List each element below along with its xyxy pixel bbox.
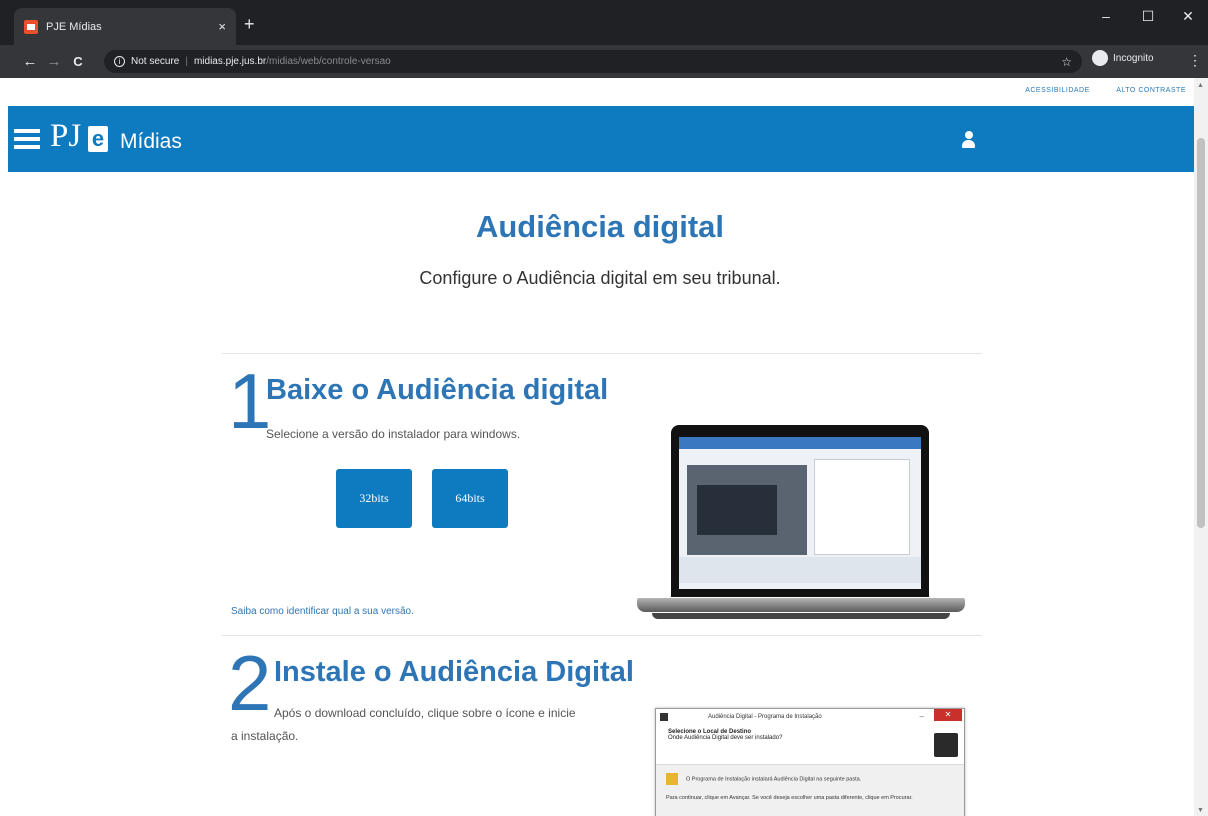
forward-button[interactable]: → bbox=[42, 53, 66, 70]
laptop-base bbox=[637, 598, 965, 612]
scroll-up-icon[interactable]: ▲ bbox=[1197, 82, 1204, 89]
laptop-shadow bbox=[652, 613, 950, 619]
reload-button[interactable]: C bbox=[66, 54, 90, 69]
installer-subheading: Onde Audiência Digital deve ser instalad… bbox=[668, 735, 783, 741]
installer-title: Audiência Digital - Programa de Instalaç… bbox=[708, 714, 822, 720]
page-viewport: ACESSIBILIDADE ALTO CONTRASTE PJ e Mídia… bbox=[0, 78, 1208, 816]
minimize-button[interactable]: ‒ bbox=[1091, 8, 1121, 24]
installer-header: Selecione o Local de Destino Onde Audiên… bbox=[656, 725, 964, 765]
logo-e: e bbox=[88, 126, 108, 152]
identify-version-link[interactable]: Saiba como identificar qual a sua versão… bbox=[231, 606, 414, 617]
app-screenshot bbox=[679, 437, 921, 589]
browser-menu-icon[interactable]: ⋮ bbox=[1188, 52, 1202, 69]
favicon-icon bbox=[24, 19, 38, 34]
download-32bits-button[interactable]: 32bits bbox=[336, 469, 412, 528]
installer-titlebar: Audiência Digital - Programa de Instalaç… bbox=[656, 709, 964, 725]
installer-app-icon bbox=[660, 713, 668, 721]
step1-number: 1 bbox=[228, 357, 272, 445]
site-header: PJ e Mídias bbox=[8, 106, 1194, 172]
menu-hamburger-icon[interactable] bbox=[14, 129, 40, 153]
installer-screenshot: Audiência Digital - Programa de Instalaç… bbox=[655, 708, 965, 816]
step2-title: Instale o Audiência Digital bbox=[274, 656, 634, 688]
tab-close-icon[interactable]: × bbox=[218, 19, 226, 34]
page-scrollbar[interactable]: ▲ ▼ bbox=[1194, 78, 1208, 816]
divider bbox=[222, 635, 982, 636]
accessibility-link[interactable]: ACESSIBILIDADE bbox=[1025, 87, 1090, 94]
step2-text-line2: a instalação. bbox=[231, 729, 299, 743]
download-64bits-button[interactable]: 64bits bbox=[432, 469, 508, 528]
accessibility-links: ACESSIBILIDADE ALTO CONTRASTE bbox=[1001, 87, 1186, 94]
divider bbox=[222, 353, 982, 354]
step2-number: 2 bbox=[228, 639, 272, 727]
step1-title: Baixe o Audiência digital bbox=[266, 374, 609, 406]
new-tab-button[interactable]: + bbox=[244, 14, 255, 35]
high-contrast-link[interactable]: ALTO CONTRASTE bbox=[1116, 87, 1186, 94]
installer-body: O Programa de Instalação instalará Audiê… bbox=[656, 765, 964, 816]
scroll-down-icon[interactable]: ▼ bbox=[1197, 807, 1204, 814]
step1-text: Selecione a versão do instalador para wi… bbox=[266, 427, 521, 441]
page-title: Audiência digital bbox=[475, 209, 725, 244]
browser-toolbar: ← → C i Not secure | midias.pje.jus.br /… bbox=[0, 45, 1208, 78]
incognito-indicator[interactable]: Incognito bbox=[1092, 50, 1154, 66]
installer-body-line1: O Programa de Instalação instalará Audiê… bbox=[686, 776, 862, 783]
info-icon[interactable]: i bbox=[114, 56, 125, 67]
scroll-thumb[interactable] bbox=[1197, 138, 1205, 528]
browser-tab[interactable]: PJE Mídias × bbox=[14, 8, 236, 45]
address-bar[interactable]: i Not secure | midias.pje.jus.br /midias… bbox=[104, 50, 1082, 73]
incognito-icon bbox=[1092, 50, 1108, 66]
separator: | bbox=[185, 56, 188, 67]
back-button[interactable]: ← bbox=[18, 53, 42, 70]
security-label: Not secure bbox=[131, 56, 180, 67]
url-host: midias.pje.jus.br bbox=[193, 56, 267, 67]
incognito-label: Incognito bbox=[1113, 52, 1154, 64]
bookmark-star-icon[interactable]: ☆ bbox=[1061, 55, 1072, 69]
installer-body-line2: Para continuar, clique em Avançar. Se vo… bbox=[666, 795, 913, 801]
brand-name: Mídias bbox=[120, 130, 182, 153]
close-window-button[interactable]: ✕ bbox=[1173, 8, 1203, 25]
url-path: /midias/web/controle-versao bbox=[266, 56, 391, 67]
page-subtitle: Configure o Audiência digital em seu tri… bbox=[419, 268, 781, 288]
installer-minimize-icon: – bbox=[919, 712, 924, 721]
folder-icon bbox=[666, 773, 678, 785]
installer-box-icon bbox=[934, 733, 958, 757]
step2-text-line1: Após o download concluído, clique sobre … bbox=[274, 706, 576, 720]
user-icon[interactable] bbox=[962, 131, 975, 148]
installer-close-icon: ✕ bbox=[934, 709, 962, 721]
browser-tab-bar: PJE Mídias × + ‒ ☐ ✕ bbox=[0, 0, 1208, 45]
logo-pj: PJ bbox=[50, 118, 82, 154]
laptop-illustration bbox=[671, 425, 929, 597]
maximize-button[interactable]: ☐ bbox=[1133, 8, 1163, 25]
tab-title: PJE Mídias bbox=[46, 20, 102, 33]
